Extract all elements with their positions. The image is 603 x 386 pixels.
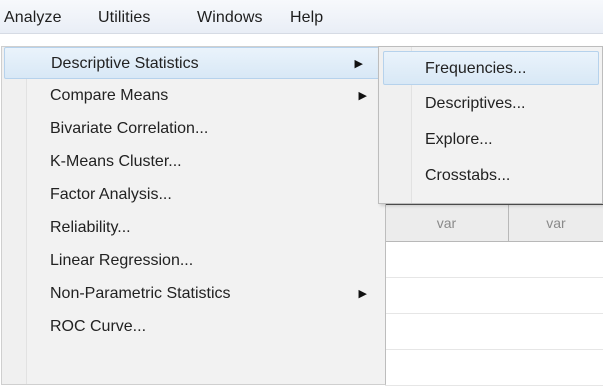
submenu-item-label: Descriptives... (425, 95, 526, 112)
grid-row[interactable] (385, 242, 603, 278)
menu-item-label: Compare Means (50, 87, 169, 104)
menu-bar: Analyze Utilities Windows Help (0, 0, 603, 34)
menu-item-descriptive-statistics[interactable]: Descriptive Statistics ▶ (4, 47, 382, 79)
submenu-item-label: Explore... (425, 131, 493, 148)
submenu-arrow-icon: ▶ (358, 90, 367, 102)
descriptive-statistics-submenu: Frequencies... Descriptives... Explore..… (378, 46, 603, 204)
menu-item-factor-analysis[interactable]: Factor Analysis... (2, 179, 385, 211)
menu-item-bivariate-correlation[interactable]: Bivariate Correlation... (2, 113, 385, 145)
submenu-arrow-icon: ▶ (358, 288, 367, 300)
menu-item-label: Bivariate Correlation... (50, 120, 209, 137)
column-header-var[interactable]: var (385, 205, 509, 242)
submenu-item-frequencies[interactable]: Frequencies... (383, 51, 599, 85)
menu-utilities[interactable]: Utilities (98, 8, 150, 28)
submenu-item-label: Frequencies... (425, 60, 527, 77)
menu-analyze[interactable]: Analyze (4, 8, 62, 28)
menu-item-reliability[interactable]: Reliability... (2, 212, 385, 244)
menu-help[interactable]: Help (290, 8, 323, 28)
column-header-var[interactable]: var (509, 205, 603, 242)
submenu-item-crosstabs[interactable]: Crosstabs... (379, 159, 602, 193)
analyze-dropdown-menu: Descriptive Statistics ▶ Compare Means ▶… (1, 46, 386, 385)
data-grid: var var (385, 204, 603, 386)
menu-item-non-parametric-statistics[interactable]: Non-Parametric Statistics ▶ (2, 278, 385, 310)
grid-row[interactable] (385, 278, 603, 314)
submenu-item-descriptives[interactable]: Descriptives... (379, 87, 602, 121)
menu-item-k-means-cluster[interactable]: K-Means Cluster... (2, 146, 385, 178)
grid-row[interactable] (385, 314, 603, 350)
grid-row[interactable] (385, 350, 603, 386)
menu-item-label: Descriptive Statistics (51, 55, 199, 72)
menu-item-label: ROC Curve... (50, 318, 147, 335)
grid-header: var var (385, 204, 603, 242)
submenu-arrow-icon: ▶ (354, 58, 363, 70)
menu-item-compare-means[interactable]: Compare Means ▶ (2, 80, 385, 112)
menu-item-label: Non-Parametric Statistics (50, 285, 231, 302)
menu-item-label: K-Means Cluster... (50, 153, 182, 170)
submenu-item-label: Crosstabs... (425, 167, 511, 184)
submenu-item-explore[interactable]: Explore... (379, 123, 602, 157)
menu-item-roc-curve[interactable]: ROC Curve... (2, 311, 385, 343)
menu-item-label: Linear Regression... (50, 252, 194, 269)
menu-windows[interactable]: Windows (197, 8, 263, 28)
menu-item-linear-regression[interactable]: Linear Regression... (2, 245, 385, 277)
menu-item-label: Reliability... (50, 219, 131, 236)
menu-item-label: Factor Analysis... (50, 186, 172, 203)
